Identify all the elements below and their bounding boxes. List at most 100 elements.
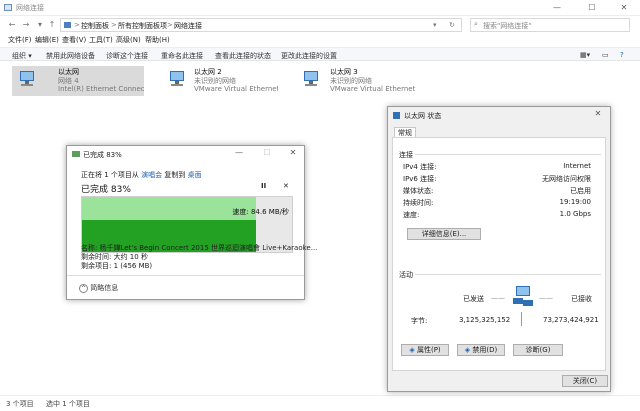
refresh-icon[interactable]: ↻ xyxy=(449,21,455,29)
menu-edit[interactable]: 编辑(E) xyxy=(35,35,59,45)
shield-icon: ◈ xyxy=(409,346,415,354)
menu-advanced[interactable]: 高级(N) xyxy=(116,35,141,45)
sent-label: 已发送 xyxy=(463,295,484,303)
copy-dialog-title: 已完成 83% xyxy=(83,151,122,159)
disable-label: 禁用(D) xyxy=(472,346,498,354)
organize-button[interactable]: 组织 ▾ xyxy=(12,51,32,61)
window-title: 网络连接 xyxy=(16,4,44,12)
breadcrumb-all-items[interactable]: 所有控制面板项 xyxy=(118,21,167,31)
duration-label: 持续时间: xyxy=(403,199,434,207)
search-input[interactable]: ⌕ 搜索"网络连接" xyxy=(470,18,630,32)
adapter-ethernet-3[interactable]: 以太网 3 未识别的网络 VMware Virtual Ethernet... xyxy=(284,66,418,96)
adapter-device: VMware Virtual Ethernet... xyxy=(194,85,278,93)
menu-file[interactable]: 文件(F) xyxy=(8,35,32,45)
ethernet-status-dialog: 以太网 状态 ✕ 常规 连接 IPv4 连接: Internet IPv6 连接… xyxy=(387,106,611,392)
ipv4-label: IPv4 连接: xyxy=(403,163,437,171)
copy-source-link[interactable]: 演唱会 xyxy=(141,171,162,179)
details-button[interactable]: 详细信息(E)... xyxy=(407,228,481,240)
copy-percent: 已完成 83% xyxy=(81,185,131,195)
chevron-up-icon: ^ xyxy=(79,284,88,293)
diagnose-button[interactable]: 诊断这个连接 xyxy=(106,51,148,61)
rename-button[interactable]: 重命名此连接 xyxy=(161,51,203,61)
copy-minimize-button[interactable]: — xyxy=(227,146,251,160)
view-options-icon[interactable]: ▦▾ xyxy=(580,51,590,59)
breadcrumb-sep: > xyxy=(167,21,173,29)
address-field[interactable]: > 控制面板 > 所有控制面板项 > 网络连接 ▾ ↻ xyxy=(60,18,462,32)
activity-group-label: 活动 xyxy=(399,271,413,279)
status-close-button[interactable]: ✕ xyxy=(586,107,610,121)
diagnose-button[interactable]: 诊断(G) xyxy=(513,344,563,356)
status-bar: 3 个项目 选中 1 个项目 xyxy=(0,395,640,411)
preview-pane-icon[interactable]: ▭ xyxy=(602,51,609,59)
copy-icon xyxy=(72,151,80,157)
stop-button[interactable]: ✕ xyxy=(283,182,289,190)
selected-count: 选中 1 个项目 xyxy=(46,400,90,408)
item-count: 3 个项目 xyxy=(6,400,34,408)
speed-label: 速度: 84.6 MB/秒 xyxy=(232,208,289,216)
media-state-label: 媒体状态: xyxy=(403,187,434,195)
properties-button[interactable]: ◈ 属性(P) xyxy=(401,344,449,356)
network-adapter-icon xyxy=(170,71,184,86)
view-status-button[interactable]: 查看此连接的状态 xyxy=(215,51,271,61)
media-state-value: 已启用 xyxy=(570,187,591,195)
properties-label: 属性(P) xyxy=(416,346,441,354)
adapter-ethernet[interactable]: 以太网 网络 4 Intel(R) Ethernet Connec... xyxy=(12,66,144,96)
menu-view[interactable]: 查看(V) xyxy=(62,35,86,45)
address-dropdown-icon[interactable]: ▾ xyxy=(433,21,437,29)
copy-mid: 复制到 xyxy=(164,171,186,179)
close-button[interactable]: ✕ xyxy=(612,1,636,15)
network-adapter-icon xyxy=(20,71,34,86)
title-bar: 网络连接 — ☐ ✕ xyxy=(0,0,640,16)
search-placeholder: 搜索"网络连接" xyxy=(483,22,532,30)
close-dialog-button[interactable]: 关闭(C) xyxy=(562,375,608,387)
duration-value: 19:19:00 xyxy=(559,198,591,206)
window-icon xyxy=(4,4,12,11)
forward-arrow-icon[interactable]: → xyxy=(20,19,32,31)
speed-label: 速度: xyxy=(403,211,420,219)
command-bar: 组织 ▾ 禁用此网络设备 诊断这个连接 重命名此连接 查看此连接的状态 更改此连… xyxy=(0,47,640,61)
divider xyxy=(67,275,304,276)
breadcrumb-network-connections[interactable]: 网络连接 xyxy=(174,21,202,31)
adapter-ethernet-2[interactable]: 以太网 2 未识别的网络 VMware Virtual Ethernet... xyxy=(148,66,278,96)
copy-close-button[interactable]: ✕ xyxy=(281,146,305,160)
network-adapter-icon xyxy=(304,71,318,86)
change-settings-button[interactable]: 更改此连接的设置 xyxy=(281,51,337,61)
copy-dest-link[interactable]: 桌面 xyxy=(188,171,202,179)
breadcrumb-sep: > xyxy=(111,21,117,29)
breadcrumb-control-panel[interactable]: 控制面板 xyxy=(81,21,109,31)
status-dialog-title: 以太网 状态 xyxy=(404,112,442,120)
recent-dropdown-icon[interactable]: ▾ xyxy=(34,19,46,31)
less-details-toggle[interactable]: ^ 简略信息 xyxy=(79,283,118,293)
copy-prefix: 正在将 1 个项目从 xyxy=(81,171,139,179)
copy-progress-dialog: 已完成 83% — ☐ ✕ 正在将 1 个项目从 演唱会 复制到 桌面 已完成 … xyxy=(66,145,317,300)
ipv4-value: Internet xyxy=(563,162,591,170)
maximize-button[interactable]: ☐ xyxy=(580,1,604,15)
menu-tools[interactable]: 工具(T) xyxy=(89,35,113,45)
bytes-sent-value: 3,125,325,152 xyxy=(459,316,511,324)
back-arrow-icon[interactable]: ← xyxy=(6,19,18,31)
up-arrow-icon[interactable]: ↑ xyxy=(46,19,58,31)
disable-button[interactable]: ◈ 禁用(D) xyxy=(457,344,505,356)
disable-device-button[interactable]: 禁用此网络设备 xyxy=(46,51,95,61)
help-icon[interactable]: ? xyxy=(620,51,624,59)
speed-value: 1.0 Gbps xyxy=(559,210,591,218)
shield-icon: ◈ xyxy=(464,346,471,354)
control-panel-icon xyxy=(64,22,71,28)
bytes-label: 字节: xyxy=(411,317,428,325)
menu-bar: 文件(F) 编辑(E) 查看(V) 工具(T) 高级(N) 帮助(H) xyxy=(0,34,640,46)
divider xyxy=(415,274,601,275)
pause-button[interactable]: II xyxy=(261,182,266,190)
copy-source-line: 正在将 1 个项目从 演唱会 复制到 桌面 xyxy=(81,170,202,180)
divider xyxy=(521,312,522,326)
bytes-received-value: 73,273,424,921 xyxy=(543,316,599,324)
ipv6-label: IPv6 连接: xyxy=(403,175,437,183)
copy-maximize-button[interactable]: ☐ xyxy=(255,146,279,160)
divider xyxy=(415,154,601,155)
breadcrumb-sep: > xyxy=(74,21,80,29)
menu-help[interactable]: 帮助(H) xyxy=(145,35,170,45)
copy-remaining-items: 剩余项目: 1 (456 MB) xyxy=(81,262,153,270)
minimize-button[interactable]: — xyxy=(545,1,569,15)
address-bar-row: ← → ▾ ↑ > 控制面板 > 所有控制面板项 > 网络连接 ▾ ↻ ⌕ 搜索… xyxy=(0,16,640,34)
adapter-device: Intel(R) Ethernet Connec... xyxy=(58,85,144,93)
dash-line: —— xyxy=(539,294,553,302)
